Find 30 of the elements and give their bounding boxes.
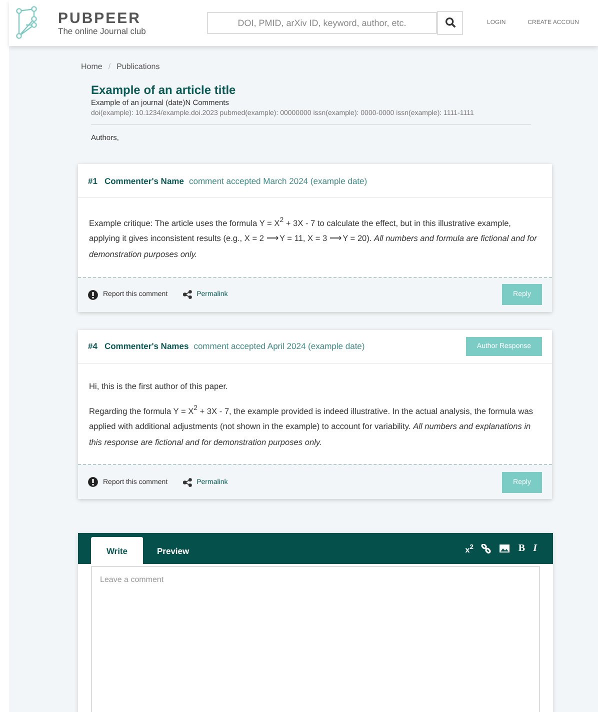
image-icon[interactable] — [499, 544, 510, 554]
editor-tab[interactable]: Preview — [143, 537, 204, 564]
breadcrumb-link[interactable]: Home — [81, 62, 102, 71]
comment-text: Regarding the formula Y = X$^{2}$ + 3X - 7, the example provided is indeed illustrative. In the actual analysis, the formula was applied with additional adjustments (not shown in the example) to account for variability. All numbers and explanations in this response are fictional and for demonstration purposes only. — [89, 404, 534, 449]
site-logo[interactable]: PUBPEER — [58, 10, 146, 26]
comment-number: #1 — [88, 176, 98, 186]
commenter-name[interactable]: Commenter's Names — [104, 341, 189, 352]
breadcrumb-link[interactable]: Publications — [116, 62, 160, 71]
share-icon — [182, 290, 192, 300]
comment-date: comment accepted March 2024 (example date) — [188, 176, 368, 186]
comment-date: comment accepted April 2024 (example date) — [194, 341, 365, 352]
comment-number: #4 — [88, 341, 98, 352]
exclamation-icon — [88, 477, 98, 488]
search-button[interactable] — [437, 10, 463, 34]
superscript-button[interactable]: x$^{2}$ — [465, 544, 474, 554]
search-icon — [444, 17, 456, 28]
editor-tab[interactable]: Write — [91, 537, 143, 564]
exclamation-icon — [88, 290, 98, 300]
comment-text: Example critique: The article uses the formula Y = X$^{2}$ + 3X - 7 to calculate the effect, but in this illustrative example, applying it gives inconsistent results (e.g., X = 2 ⟶ Y = 11, X = 3 ⟶ Y = 20). All numbers and formula are fictional and for demonstration purposes only. — [89, 216, 538, 262]
commenter-name[interactable]: Commenter's Name — [104, 176, 184, 186]
italic-button[interactable]: I — [533, 543, 537, 554]
bold-button[interactable]: B — [518, 543, 526, 554]
site-tagline: The online Journal club — [58, 26, 146, 36]
comment-text: Hi, this is the first author of this paper. — [89, 380, 229, 393]
share-icon — [182, 478, 192, 487]
comment-field[interactable]: Leave a comment — [91, 566, 540, 712]
article-title: Example of an article title — [91, 83, 237, 97]
breadcrumb-separator: / — [108, 62, 111, 71]
search-field[interactable]: DOI, PMID, arXiv ID, keyword, author, etc. — [207, 12, 437, 34]
link-icon[interactable] — [481, 544, 492, 554]
